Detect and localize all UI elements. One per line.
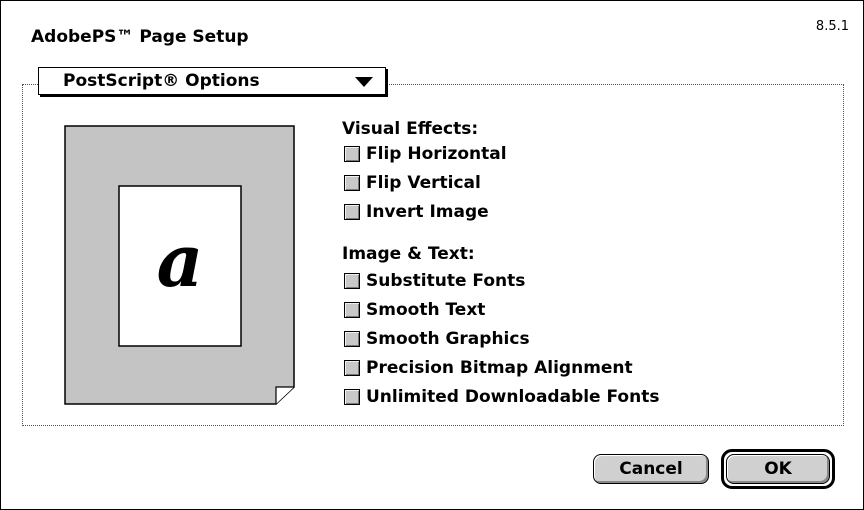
checkbox-label: Smooth Graphics (366, 329, 530, 349)
flip-horizontal-checkbox[interactable]: Flip Horizontal (344, 144, 507, 164)
smooth-text-checkbox[interactable]: Smooth Text (344, 300, 485, 320)
checkbox-label: Unlimited Downloadable Fonts (366, 387, 660, 407)
image-text-heading: Image & Text: (342, 244, 475, 264)
checkbox-label: Invert Image (366, 202, 489, 222)
checkbox-label: Flip Horizontal (366, 144, 507, 164)
ok-button[interactable]: OK (726, 454, 830, 484)
unlimited-downloadable-fonts-checkbox[interactable]: Unlimited Downloadable Fonts (344, 387, 659, 407)
invert-image-checkbox[interactable]: Invert Image (344, 202, 489, 222)
preview-glyph: a (157, 218, 204, 303)
checkbox-label: Precision Bitmap Alignment (366, 358, 633, 378)
checkbox-box[interactable] (344, 389, 360, 405)
triangle-down-icon (355, 77, 373, 87)
flip-vertical-checkbox[interactable]: Flip Vertical (344, 173, 481, 193)
checkbox-label: Flip Vertical (366, 173, 481, 193)
page-setup-dialog: AdobePS™ Page Setup 8.5.1 PostScript® Op… (0, 0, 864, 510)
checkbox-box[interactable] (344, 146, 360, 162)
checkbox-label: Substitute Fonts (366, 271, 526, 291)
checkbox-box[interactable] (344, 302, 360, 318)
checkbox-box[interactable] (344, 204, 360, 220)
panel-popup-label: PostScript® Options (63, 71, 260, 91)
checkbox-box[interactable] (344, 360, 360, 376)
visual-effects-heading: Visual Effects: (342, 119, 479, 139)
cancel-button[interactable]: Cancel (593, 454, 709, 484)
checkbox-box[interactable] (344, 175, 360, 191)
checkbox-box[interactable] (344, 331, 360, 347)
dialog-title: AdobePS™ Page Setup (31, 27, 249, 47)
precision-bitmap-alignment-checkbox[interactable]: Precision Bitmap Alignment (344, 358, 633, 378)
substitute-fonts-checkbox[interactable]: Substitute Fonts (344, 271, 525, 291)
smooth-graphics-checkbox[interactable]: Smooth Graphics (344, 329, 530, 349)
checkbox-label: Smooth Text (366, 300, 486, 320)
version-label: 8.5.1 (815, 19, 849, 34)
page-preview: a (64, 125, 295, 405)
panel-popup-menu[interactable]: PostScript® Options (38, 67, 386, 95)
checkbox-box[interactable] (344, 273, 360, 289)
